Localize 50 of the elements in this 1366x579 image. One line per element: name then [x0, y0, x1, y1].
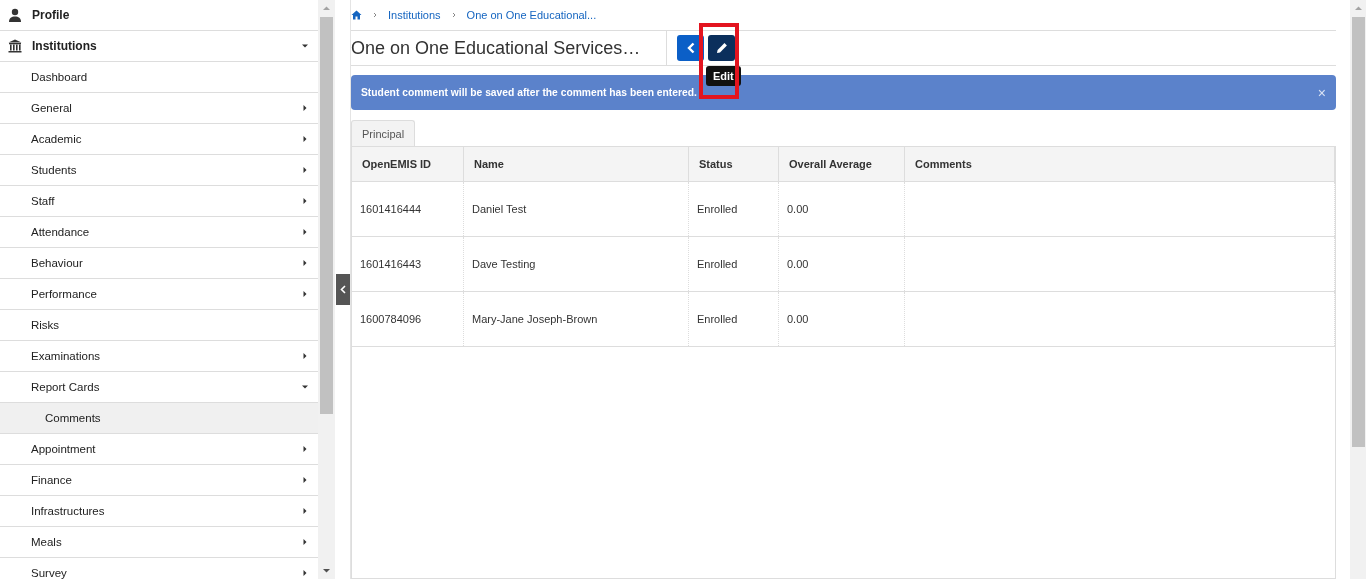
pencil-icon [715, 42, 728, 54]
caret-right-icon [302, 260, 308, 266]
caret-right-icon [302, 136, 308, 142]
table-cell: 0.00 [779, 182, 905, 236]
scrollbar-thumb[interactable] [1351, 17, 1365, 447]
column-header: Comments [905, 147, 1335, 181]
table-cell: 1601416444 [352, 182, 464, 236]
chevron-left-icon [685, 42, 696, 54]
table-cell: Enrolled [689, 292, 779, 346]
chevron-right-icon [450, 12, 457, 18]
caret-right-icon [302, 167, 308, 173]
table-cell: 0.00 [779, 237, 905, 291]
caret-right-icon [302, 353, 308, 359]
caret-right-icon [302, 508, 308, 514]
edit-button[interactable] [708, 35, 735, 61]
caret-right-icon [302, 570, 308, 576]
caret-down-icon [302, 43, 308, 49]
building-icon [8, 39, 22, 53]
breadcrumb-link[interactable]: One on One Educational... [466, 9, 597, 21]
column-header: Overall Average [779, 147, 905, 181]
alert-message: Student comment will be saved after the comment has been entered. [361, 87, 698, 98]
table-cell: Daniel Test [464, 182, 689, 236]
caret-right-icon [302, 446, 308, 452]
person-icon [8, 8, 22, 22]
breadcrumb-link[interactable]: Institutions [388, 9, 441, 21]
caret-right-icon [302, 477, 308, 483]
column-header: OpenEMIS ID [352, 147, 464, 181]
table-cell: Dave Testing [464, 237, 689, 291]
caret-right-icon [302, 229, 308, 235]
tab[interactable]: Principal [351, 120, 416, 146]
scrollbar-thumb[interactable] [320, 17, 333, 414]
column-header: Status [689, 147, 779, 181]
table-cell: Enrolled [689, 182, 779, 236]
caret-down-icon [302, 384, 308, 390]
collapse-sidebar-button[interactable] [336, 274, 350, 305]
table-cell: 0.00 [779, 292, 905, 346]
caret-right-icon [302, 539, 308, 545]
caret-right-icon [302, 105, 308, 111]
table-cell: 1601416443 [352, 237, 464, 291]
table-cell: 1600784096 [352, 292, 464, 346]
table-cell: Mary-Jane Joseph-Brown [464, 292, 689, 346]
table-cell: Enrolled [689, 237, 779, 291]
chevron-left-icon [340, 285, 346, 294]
page-title: One on One Educational Services… [351, 31, 667, 65]
caret-right-icon [302, 291, 308, 297]
home-icon[interactable] [351, 10, 362, 20]
menu-item[interactable]: Comments [0, 403, 318, 434]
column-header: Name [464, 147, 689, 181]
caret-right-icon [302, 198, 308, 204]
chevron-right-icon [372, 12, 378, 18]
